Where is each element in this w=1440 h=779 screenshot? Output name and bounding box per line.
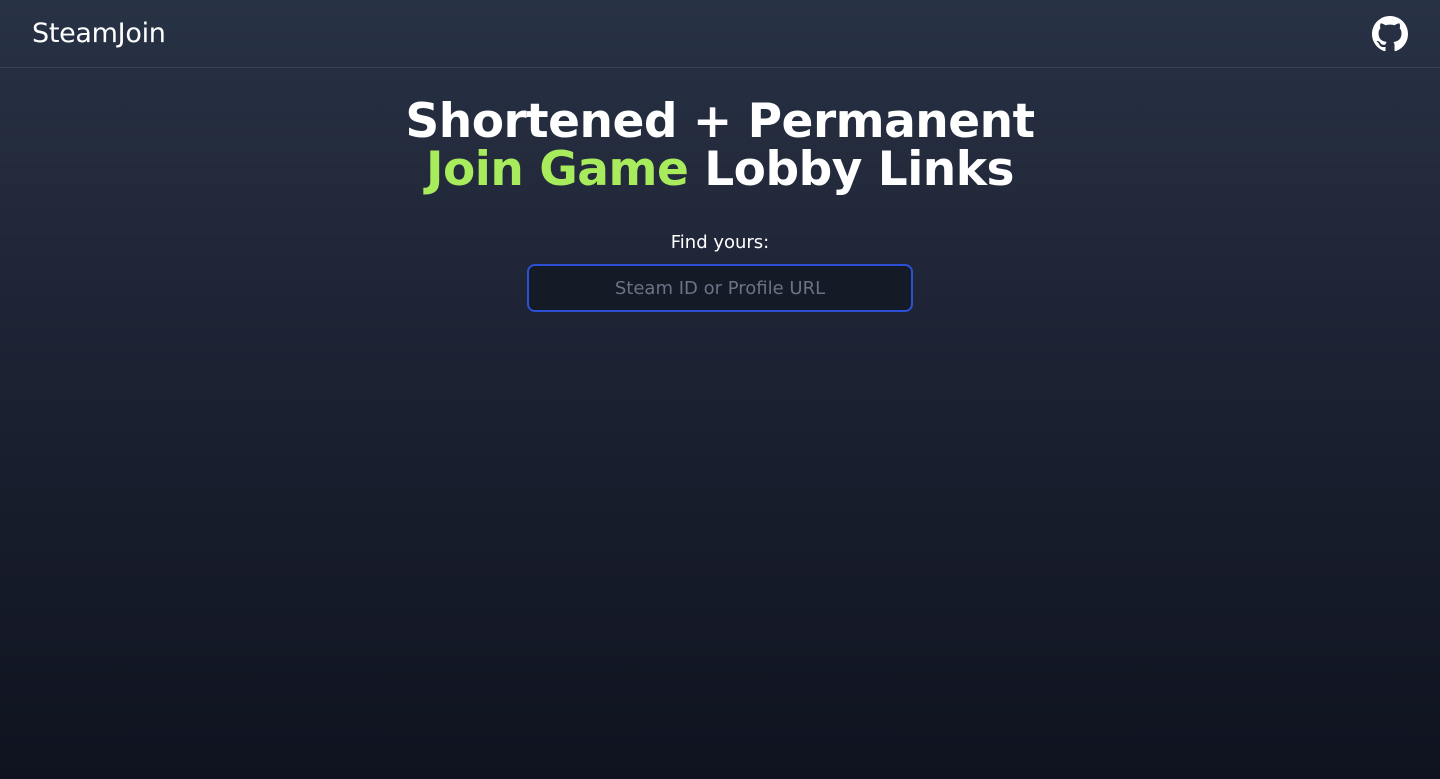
github-link[interactable] [1372, 16, 1408, 52]
hero-line-1: Shortened + Permanent [405, 94, 1035, 149]
top-navbar: SteamJoin [0, 0, 1440, 68]
brand-logo-link[interactable]: SteamJoin [32, 17, 166, 51]
hero-heading: Shortened + Permanent Join Game Lobby Li… [0, 98, 1440, 194]
hero-line-2-rest: Lobby Links [688, 142, 1014, 197]
hero-line-2: Join Game Lobby Links [0, 146, 1440, 194]
hero-accent-text: Join Game [426, 142, 689, 197]
github-icon [1372, 16, 1408, 52]
steam-id-input[interactable] [527, 264, 913, 312]
find-yours-label: Find yours: [670, 232, 770, 253]
